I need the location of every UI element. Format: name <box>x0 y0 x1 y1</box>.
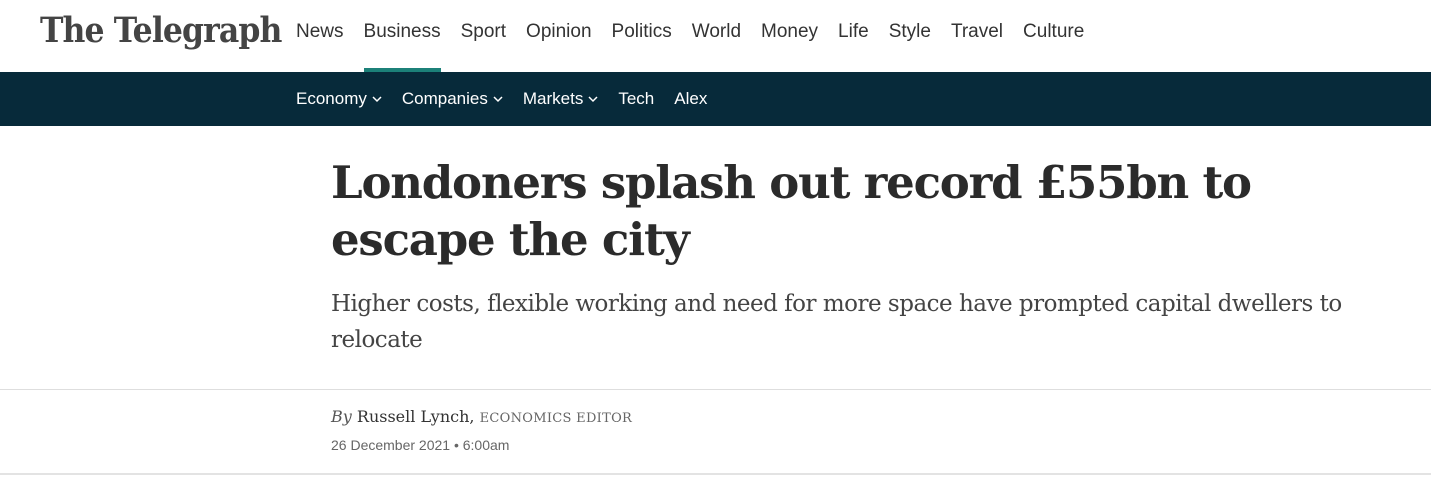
article-byline: By Russell Lynch, Economics Editor <box>331 407 632 426</box>
nav-item-travel[interactable]: Travel <box>951 0 1003 72</box>
byline-prefix: By <box>331 407 352 426</box>
chevron-down-icon <box>372 96 382 103</box>
subnav-item-label: Economy <box>296 89 367 108</box>
publish-date: 26 December 2021 • 6:00am <box>331 437 510 453</box>
author-link[interactable]: Russell Lynch, <box>357 407 475 426</box>
section-divider <box>0 473 1431 475</box>
subnav-item-companies[interactable]: Companies <box>402 89 503 109</box>
subnav-item-label: Companies <box>401 89 488 108</box>
byline-divider <box>0 389 1431 390</box>
subnav-item-label: Alex <box>674 89 708 108</box>
subnav-item-economy[interactable]: Economy <box>296 89 382 109</box>
nav-item-politics[interactable]: Politics <box>612 0 672 72</box>
top-navigation: The Telegraph News Business Sport Opinio… <box>0 0 1431 72</box>
nav-item-life[interactable]: Life <box>838 0 869 72</box>
nav-item-style[interactable]: Style <box>889 0 931 72</box>
subnav-item-markets[interactable]: Markets <box>523 89 598 109</box>
article-standfirst: Higher costs, flexible working and need … <box>331 291 1342 353</box>
article-headline: Londoners splash out record £55bn to esc… <box>331 156 1252 266</box>
nav-item-world[interactable]: World <box>692 0 741 72</box>
nav-item-money[interactable]: Money <box>761 0 818 72</box>
subnav-item-alex[interactable]: Alex <box>674 89 707 109</box>
subnav-item-tech[interactable]: Tech <box>618 89 654 109</box>
nav-item-news[interactable]: News <box>296 0 344 72</box>
nav-item-opinion[interactable]: Opinion <box>526 0 592 72</box>
nav-item-business[interactable]: Business <box>363 0 441 72</box>
section-subnav: Economy Companies Markets Tech Alex <box>0 72 1431 126</box>
subnav-item-label: Tech <box>618 89 655 108</box>
subnav-item-label: Markets <box>522 89 584 108</box>
chevron-down-icon <box>493 96 503 103</box>
nav-item-sport[interactable]: Sport <box>461 0 506 72</box>
nav-item-culture[interactable]: Culture <box>1023 0 1084 72</box>
author-role: Economics Editor <box>479 411 633 426</box>
primary-nav: News Business Sport Opinion Politics Wor… <box>296 0 1104 72</box>
chevron-down-icon <box>588 96 598 103</box>
telegraph-logo[interactable]: The Telegraph <box>40 10 282 51</box>
